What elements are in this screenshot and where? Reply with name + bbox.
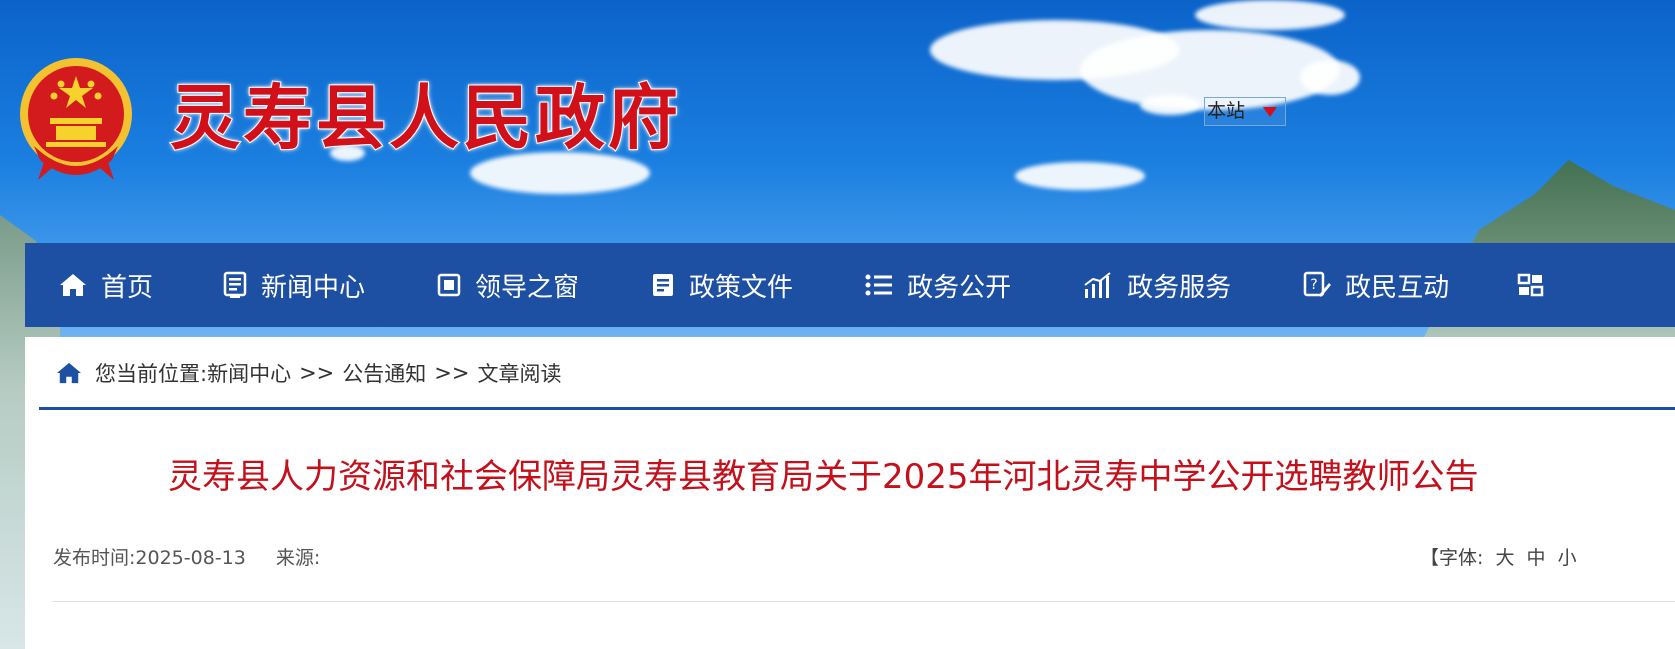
svg-text:?: ?	[1310, 277, 1317, 293]
font-size-label: 【字体:	[1420, 547, 1484, 569]
site-title: 灵寿县人民政府	[169, 75, 681, 160]
publish-label: 发布时间:	[53, 547, 136, 569]
nav-item-special[interactable]	[1517, 243, 1559, 327]
nav-label: 首页	[101, 272, 154, 303]
special-icon	[1517, 273, 1544, 297]
font-size-medium[interactable]: 中	[1527, 547, 1546, 569]
nav-label: 政务公开	[907, 272, 1012, 303]
caret-down-icon	[1263, 107, 1277, 117]
chart-icon	[1084, 272, 1111, 298]
leader-icon	[437, 273, 461, 297]
font-size-small[interactable]: 小	[1558, 547, 1577, 569]
meta-divider	[53, 601, 1675, 602]
nav-label: 领导之窗	[475, 272, 580, 303]
breadcrumb-separator: >>	[434, 361, 470, 385]
article-title: 灵寿县人力资源和社会保障局灵寿县教育局关于2025年河北灵寿中学公开选聘教师公告	[168, 457, 1479, 497]
search-scope-select[interactable]: 本站	[1204, 97, 1286, 126]
nav-label: 新闻中心	[261, 272, 366, 303]
nav-item-leaders[interactable]: 领导之窗	[437, 243, 579, 327]
nav-item-policy[interactable]: 政策文件	[651, 243, 793, 327]
publish-date: 2025-08-13	[135, 547, 246, 569]
article-meta: 发布时间:2025-08-13 来源:	[53, 543, 320, 570]
nav-item-open-gov[interactable]: 政务公开	[865, 243, 1011, 327]
nav-item-home[interactable]: 首页	[59, 243, 153, 327]
nav-item-services[interactable]: 政务服务	[1083, 243, 1231, 327]
nav-item-news[interactable]: 新闻中心	[223, 243, 365, 327]
home-icon	[57, 362, 81, 384]
breadcrumb-prefix: 您当前位置:	[95, 362, 208, 386]
nav-item-interaction[interactable]: ? 政民互动	[1303, 243, 1449, 327]
interact-icon: ?	[1303, 271, 1332, 297]
policy-icon	[653, 274, 674, 296]
breadcrumb-link-news[interactable]: 新闻中心	[207, 358, 291, 388]
font-size-large[interactable]: 大	[1495, 547, 1514, 569]
news-icon	[223, 271, 247, 298]
nav-label: 政务服务	[1127, 272, 1232, 303]
main-nav: 首页 新闻中心 领导之窗 政策文件 政务公开 政务服务 ? 政民互动	[25, 243, 1675, 327]
breadcrumb-separator: >>	[299, 361, 335, 385]
content-area: 您当前位置: 新闻中心 >> 公告通知 >> 文章阅读 灵寿县人力资源和社会保障…	[25, 337, 1675, 649]
font-size-control: 【字体: 大 中 小	[1420, 543, 1577, 570]
list-icon	[865, 274, 893, 296]
breadcrumb-link-notices[interactable]: 公告通知	[342, 358, 426, 388]
home-icon	[60, 274, 86, 296]
breadcrumb-link-article[interactable]: 文章阅读	[477, 358, 561, 388]
source-label: 来源:	[275, 547, 321, 569]
national-emblem-icon	[20, 58, 132, 180]
breadcrumb-divider	[39, 407, 1675, 410]
nav-label: 政民互动	[1345, 272, 1450, 303]
nav-label: 政策文件	[689, 272, 794, 303]
breadcrumb: 您当前位置: 新闻中心 >> 公告通知 >> 文章阅读	[55, 355, 561, 391]
search-scope-value: 本站	[1207, 100, 1246, 122]
